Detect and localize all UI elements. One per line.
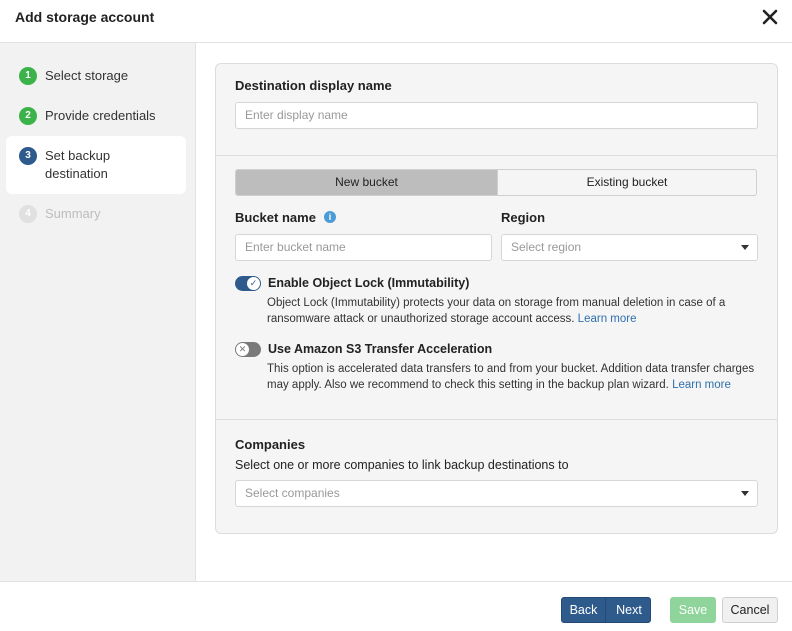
step-number-badge: 4	[19, 205, 37, 223]
back-button[interactable]: Back	[562, 598, 606, 622]
wizard-steps-sidebar: 1 Select storage 2 Provide credentials 3…	[0, 43, 196, 581]
step-label: Summary	[45, 206, 101, 221]
object-lock-description-text: ransomware attack or unauthorized storag…	[267, 313, 575, 325]
companies-description: Select one or more companies to link bac…	[235, 458, 569, 472]
dialog-title: Add storage account	[15, 9, 155, 25]
transfer-acceleration-toggle[interactable]: ✕	[235, 342, 261, 357]
navigation-button-group: Back Next	[561, 597, 651, 623]
dialog-header: Add storage account	[0, 0, 792, 43]
transfer-acceleration-title: Use Amazon S3 Transfer Acceleration	[268, 342, 493, 356]
companies-label: Companies	[235, 437, 306, 452]
object-lock-toggle[interactable]: ✓	[235, 276, 261, 291]
transfer-acceleration-description-line1: This option is accelerated data transfer…	[267, 363, 755, 375]
step-label-line2: destination	[45, 166, 108, 181]
chevron-down-icon	[741, 491, 749, 496]
transfer-acceleration-description-text: may apply. Also we recommend to check th…	[267, 379, 669, 391]
cancel-button[interactable]: Cancel	[722, 597, 778, 623]
object-lock-title: Enable Object Lock (Immutability)	[268, 276, 470, 290]
chevron-down-icon	[741, 245, 749, 250]
region-select-value: Select region	[511, 240, 582, 254]
x-icon: ✕	[236, 343, 249, 356]
step-set-backup-destination[interactable]: 3 Set backup destination	[6, 136, 186, 194]
step-label: Select storage	[45, 68, 129, 83]
bucket-name-input[interactable]: Enter bucket name	[235, 234, 492, 261]
info-icon[interactable]: i	[324, 211, 336, 223]
step-label: Provide credentials	[45, 108, 156, 123]
new-bucket-option[interactable]: New bucket	[236, 170, 497, 195]
destination-form-card: Destination display name Enter display n…	[215, 63, 778, 534]
check-icon: ✓	[247, 277, 260, 290]
existing-bucket-option[interactable]: Existing bucket	[497, 170, 756, 195]
region-label: Region	[501, 210, 546, 225]
region-select[interactable]: Select region	[501, 234, 758, 261]
bucket-name-label: Bucket name	[235, 210, 316, 225]
transfer-acceleration-learn-more-link[interactable]: Learn more	[672, 379, 731, 391]
object-lock-description-line2: ransomware attack or unauthorized storag…	[267, 311, 636, 328]
companies-select-value: Select companies	[245, 486, 340, 500]
step-summary: 4 Summary	[6, 203, 186, 225]
step-provide-credentials[interactable]: 2 Provide credentials	[6, 105, 186, 127]
section-divider	[216, 419, 777, 420]
dialog-footer: Back Next Save Cancel	[0, 581, 792, 631]
step-select-storage[interactable]: 1 Select storage	[6, 65, 186, 87]
destination-name-label: Destination display name	[235, 78, 392, 93]
object-lock-learn-more-link[interactable]: Learn more	[578, 313, 637, 325]
step-label-line1: Set backup	[45, 148, 111, 163]
section-divider	[216, 155, 777, 156]
next-button[interactable]: Next	[607, 598, 650, 622]
object-lock-description-line1: Object Lock (Immutability) protects your…	[267, 297, 726, 309]
transfer-acceleration-description-line2: may apply. Also we recommend to check th…	[267, 377, 731, 394]
companies-select[interactable]: Select companies	[235, 480, 758, 507]
step-number-badge: 2	[19, 107, 37, 125]
step-number-badge: 3	[19, 147, 37, 165]
save-button[interactable]: Save	[670, 597, 716, 623]
step-number-badge: 1	[19, 67, 37, 85]
destination-name-input[interactable]: Enter display name	[235, 102, 758, 129]
close-icon[interactable]	[760, 6, 780, 28]
bucket-mode-toggle: New bucket Existing bucket	[235, 169, 757, 196]
